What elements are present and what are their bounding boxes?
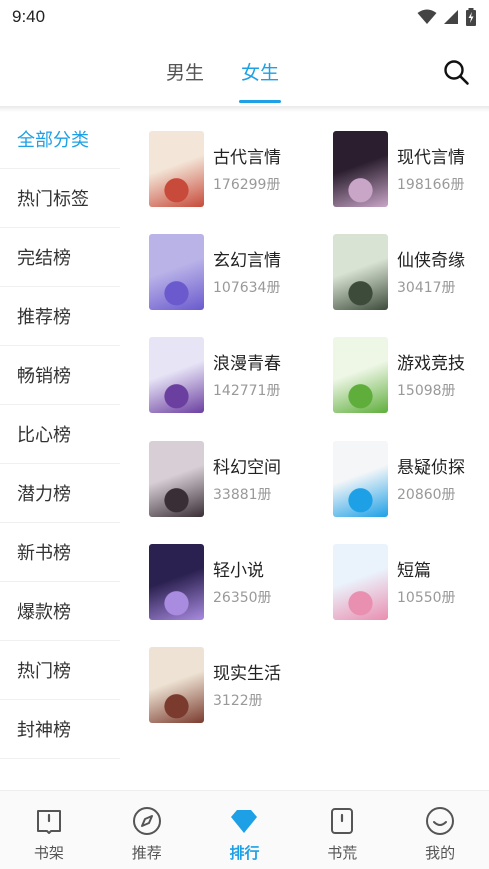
category-cover-image [333,543,388,620]
compass-icon [131,805,163,837]
category-item[interactable]: 轻小说 26350册 [149,543,309,622]
category-book-count: 20860册 [397,486,456,503]
sidebar-item[interactable]: 全部分类 [0,110,120,169]
sidebar-item[interactable]: 热门标签 [0,169,120,228]
book-icon [33,805,65,837]
sidebar-item[interactable]: 畅销榜 [0,346,120,405]
category-item[interactable]: 短篇 10550册 [333,543,489,622]
bottom-nav: 书架 推荐 排行 书荒 我的 [0,790,489,869]
category-book-count: 33881册 [213,486,272,503]
category-book-count: 10550册 [397,589,456,606]
category-item[interactable]: 仙侠奇缘 30417册 [333,234,489,312]
category-cover-image [149,543,204,620]
sidebar-item[interactable]: 爆款榜 [0,582,120,641]
wifi-icon [417,9,437,24]
search-icon[interactable] [442,58,470,86]
category-item[interactable]: 古代言情 176299册 [149,131,309,209]
category-book-count: 176299册 [213,177,281,193]
sidebar-item[interactable]: 推荐榜 [0,287,120,346]
category-cover-image [149,337,204,414]
category-cover-image [333,337,388,414]
signal-icon [444,10,458,24]
sidebar-item[interactable]: 完结榜 [0,228,120,287]
category-book-count: 142771册 [213,383,281,400]
gender-tabs: 男生 女生 [0,34,489,108]
category-name: 古代言情 [213,148,281,168]
category-item[interactable]: 悬疑侦探 20860册 [333,440,489,519]
category-name: 游戏竞技 [397,354,465,375]
category-book-count: 30417册 [397,280,456,297]
nav-item-我的[interactable]: 我的 [391,791,489,869]
nav-label: 书架 [33,844,64,862]
status-icons [417,8,477,26]
category-item[interactable]: 科幻空间 33881册 [149,440,309,519]
category-cover-image [149,647,204,723]
category-name: 浪漫青春 [213,354,281,375]
active-tab-indicator [239,100,281,103]
ranking-sidebar: 全部分类 热门标签 完结榜 推荐榜 畅销榜 比心榜 潜力榜 新书榜 爆款榜 热门榜 封神榜 [0,110,120,759]
nav-label: 排行 [229,844,260,862]
category-book-count: 26350册 [213,589,272,606]
category-cover-image [149,440,204,517]
status-bar: 9:40 [0,0,489,34]
category-item[interactable]: 现代言情 198166册 [333,131,489,209]
category-item[interactable]: 浪漫青春 142771册 [149,337,309,415]
category-item[interactable]: 现实生活 3122册 [149,647,309,725]
category-cover-image [149,234,204,311]
category-name: 现代言情 [397,148,465,168]
category-name: 轻小说 [213,560,264,581]
category-book-count: 3122册 [213,693,263,709]
category-cover-image [333,131,388,207]
category-name: 现实生活 [213,664,281,684]
category-item[interactable]: 游戏竞技 15098册 [333,337,489,415]
category-cover-image [333,234,388,311]
smile-icon [424,805,456,837]
tab-boys[interactable]: 男生 [166,58,204,85]
category-item[interactable]: 玄幻言情 107634册 [149,234,309,312]
battery-icon [466,8,476,26]
nav-label: 推荐 [131,844,162,862]
nav-label: 书荒 [327,844,358,862]
sidebar-item[interactable]: 比心榜 [0,405,120,464]
category-name: 科幻空间 [213,457,281,478]
tab-girls[interactable]: 女生 [241,58,279,85]
nav-item-书荒[interactable]: 书荒 [293,791,391,869]
category-name: 仙侠奇缘 [397,251,465,272]
category-book-count: 198166册 [397,177,465,193]
category-cover-image [333,440,388,517]
nav-item-排行[interactable]: 排行 [196,791,294,869]
category-name: 短篇 [397,560,431,581]
category-book-count: 107634册 [213,280,281,297]
category-name: 悬疑侦探 [397,457,465,478]
sidebar-item[interactable]: 新书榜 [0,523,120,582]
nav-label: 我的 [425,844,456,862]
sidebar-item[interactable]: 封神榜 [0,700,120,759]
nav-item-推荐[interactable]: 推荐 [98,791,196,869]
nav-item-书架[interactable]: 书架 [0,791,98,869]
category-cover-image [149,131,204,207]
status-time: 9:40 [12,7,46,26]
card-icon [326,805,358,837]
sidebar-item[interactable]: 潜力榜 [0,464,120,523]
category-name: 玄幻言情 [213,251,281,272]
sidebar-item[interactable]: 热门榜 [0,641,120,700]
diamond-icon [228,805,260,837]
category-book-count: 15098册 [397,383,456,400]
